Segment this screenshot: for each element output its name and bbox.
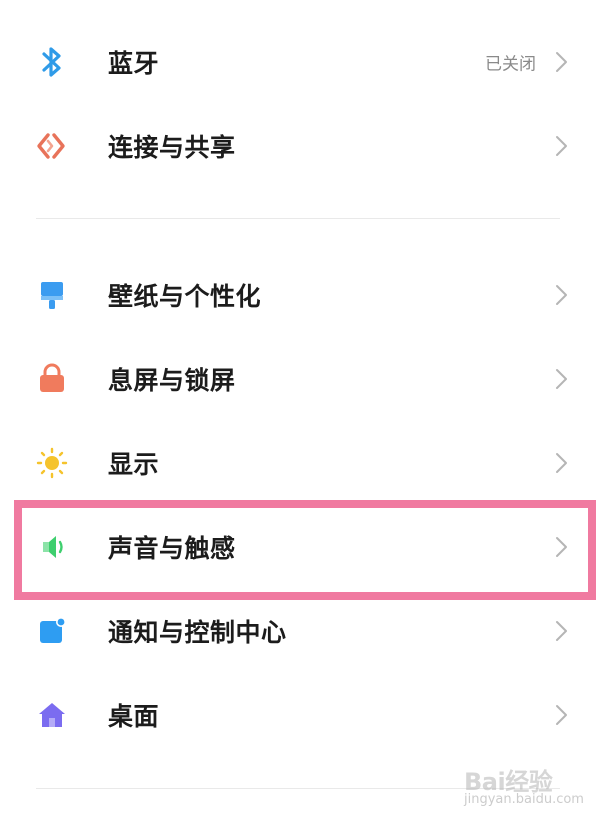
chevron-right-icon [556,369,567,389]
settings-item-notifications[interactable]: 通知与控制中心 [0,589,598,673]
notification-icon [30,609,74,653]
settings-item-label: 桌面 [108,702,160,731]
connection-share-icon [30,124,74,168]
settings-item-lock-screen[interactable]: 息屏与锁屏 [0,337,598,421]
chevron-right-icon [556,705,567,725]
watermark-url: jingyan.baidu.com [464,792,584,807]
bluetooth-status-text: 已关闭 [485,54,536,75]
chevron-right-icon [556,52,567,72]
baidu-jingyan-watermark: Bai经验 jingyan.baidu.com [458,760,590,816]
settings-item-display[interactable]: 显示 [0,421,598,505]
chevron-right-icon [556,621,567,641]
settings-item-sound-haptics[interactable]: 声音与触感 [0,505,598,589]
chevron-right-icon [556,136,567,156]
settings-item-label: 显示 [108,450,160,479]
speaker-icon [30,525,74,569]
lock-icon [30,357,74,401]
section-divider [36,218,560,219]
settings-item-home-screen[interactable]: 桌面 [0,673,598,757]
chevron-right-icon [556,453,567,473]
settings-item-label: 蓝牙 [108,49,160,78]
settings-item-label: 声音与触感 [108,534,236,563]
settings-item-bluetooth[interactable]: 蓝牙 已关闭 [0,20,598,104]
chevron-right-icon [556,285,567,305]
settings-item-label: 连接与共享 [108,133,236,162]
settings-item-label: 壁纸与个性化 [108,282,262,311]
settings-item-label: 通知与控制中心 [108,618,287,647]
home-icon [30,693,74,737]
settings-item-wallpaper[interactable]: 壁纸与个性化 [0,253,598,337]
bluetooth-icon [30,40,74,84]
chevron-right-icon [556,537,567,557]
settings-item-connection-share[interactable]: 连接与共享 [0,104,598,188]
wallpaper-brush-icon [30,273,74,317]
settings-item-label: 息屏与锁屏 [108,366,236,395]
sun-icon [30,441,74,485]
